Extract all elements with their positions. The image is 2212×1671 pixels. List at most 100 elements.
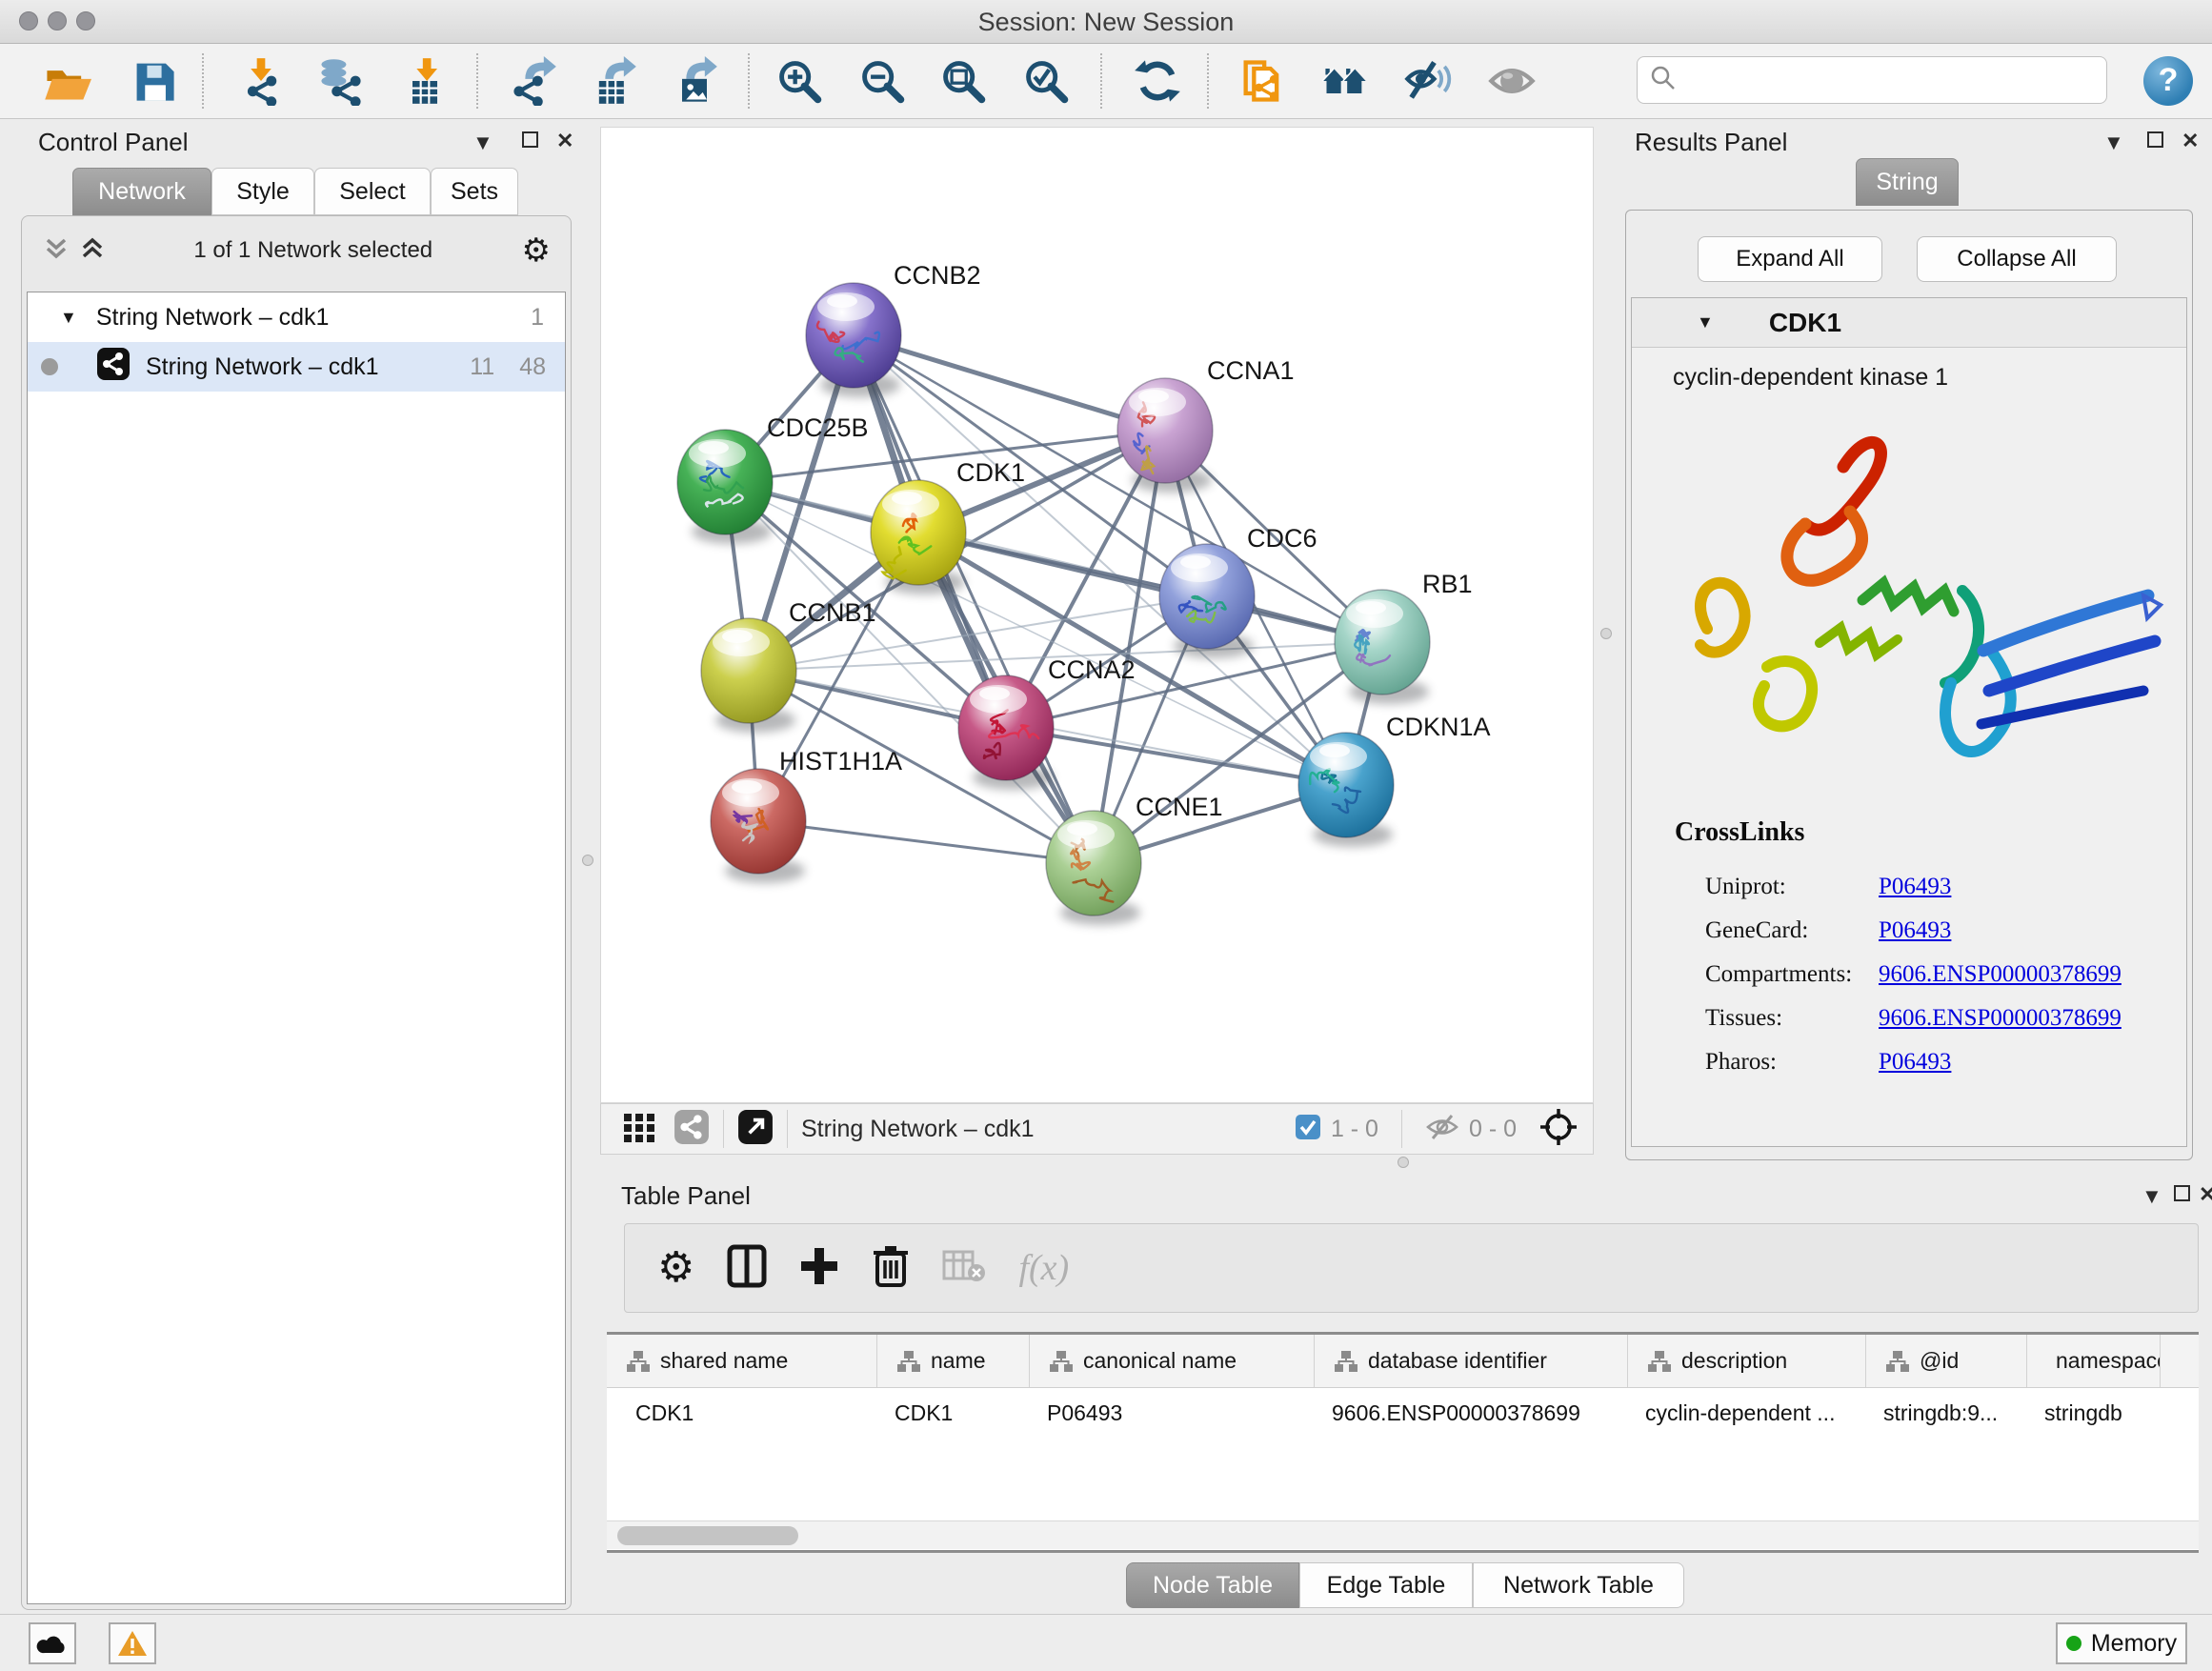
home-icon[interactable] — [1320, 56, 1370, 106]
table-cell[interactable]: stringdb — [2027, 1388, 2161, 1438]
control-panel-close-icon[interactable]: ✕ — [556, 131, 573, 151]
tab-sets[interactable]: Sets — [431, 168, 518, 215]
horizontal-splitter-grip[interactable] — [1398, 1157, 1409, 1168]
tab-style[interactable]: Style — [211, 168, 314, 215]
network-node-ccne1[interactable]: CCNE1 — [1046, 793, 1223, 925]
crosslink-label: Tissues: — [1705, 1005, 1879, 1032]
open-in-window-icon[interactable] — [737, 1109, 774, 1150]
hidden-eye-icon[interactable] — [1425, 1113, 1459, 1146]
tree-expander-icon[interactable]: ▼ — [60, 308, 77, 328]
expand-all-chevron-icon[interactable] — [80, 234, 105, 268]
gene-description: cyclin-dependent kinase 1 — [1673, 364, 1948, 392]
table-panel-collapse-icon[interactable]: ▼ — [2142, 1186, 2162, 1207]
toggle-view-icon[interactable] — [1487, 56, 1537, 106]
table-cell[interactable]: CDK1 — [607, 1388, 877, 1438]
node-section-header[interactable]: ▼ CDK1 — [1632, 298, 2186, 348]
table-row[interactable]: CDK1CDK1P064939606.ENSP00000378699cyclin… — [607, 1388, 2199, 1438]
cloud-button[interactable] — [29, 1622, 76, 1664]
help-button[interactable]: ? — [2143, 56, 2193, 106]
import-table-icon[interactable] — [400, 56, 450, 106]
string-style-icon[interactable] — [674, 1109, 710, 1150]
column-header-description[interactable]: description — [1628, 1335, 1866, 1387]
network-options-gear-icon[interactable]: ⚙ — [522, 234, 551, 267]
collapse-all-chevron-icon[interactable] — [44, 234, 69, 268]
share-document-icon[interactable] — [1237, 56, 1287, 106]
table-panel-title: Table Panel — [621, 1181, 751, 1211]
zoom-fit-icon[interactable] — [938, 56, 988, 106]
add-column-icon[interactable] — [799, 1246, 839, 1291]
table-cell[interactable]: 9606.ENSP00000378699 — [1315, 1388, 1628, 1438]
column-header--id[interactable]: @id — [1866, 1335, 2027, 1387]
table-cell[interactable]: cyclin-dependent ... — [1628, 1388, 1866, 1438]
network-node-rb1[interactable]: RB1 — [1335, 570, 1473, 704]
tab-network-table[interactable]: Network Table — [1473, 1562, 1684, 1608]
column-header-namespace[interactable]: namespace — [2027, 1335, 2161, 1387]
network-collection-row[interactable]: ▼ String Network – cdk1 1 — [28, 292, 565, 342]
table-cell[interactable]: P06493 — [1030, 1388, 1315, 1438]
network-view[interactable]: CCNB2 CCNA1 CDC25B CDK1 CDC6 RB1 CCNB1 C… — [600, 127, 1594, 1103]
table-panel-close-icon[interactable]: ✕ — [2199, 1184, 2212, 1205]
left-splitter-grip[interactable] — [582, 855, 593, 866]
export-image-icon[interactable] — [670, 56, 719, 106]
table-header-row[interactable]: shared namenamecanonical namedatabase id… — [607, 1335, 2199, 1388]
column-header-shared-name[interactable]: shared name — [607, 1335, 877, 1387]
table-panel-float-icon[interactable] — [2174, 1185, 2190, 1206]
refresh-icon[interactable] — [1133, 56, 1182, 106]
results-panel-close-icon[interactable]: ✕ — [2182, 131, 2199, 151]
show-columns-icon[interactable] — [727, 1244, 767, 1293]
table-cell[interactable]: stringdb:9... — [1866, 1388, 2027, 1438]
section-expander-icon[interactable]: ▼ — [1697, 312, 1714, 332]
zoom-selected-icon[interactable] — [1021, 56, 1071, 106]
network-node-ccnb2[interactable]: CCNB2 — [806, 261, 981, 397]
network-node-hist1h1a[interactable]: HIST1H1A — [711, 747, 902, 883]
import-network-icon[interactable] — [236, 56, 286, 106]
table-horizontal-scrollbar[interactable] — [607, 1520, 2199, 1549]
zoom-in-icon[interactable] — [774, 56, 824, 106]
network-node-cdkn1a[interactable]: CDKN1A — [1298, 713, 1491, 847]
warnings-button[interactable] — [109, 1622, 156, 1664]
search-input[interactable] — [1678, 66, 2087, 94]
crosslink-link[interactable]: 9606.ENSP00000378699 — [1879, 961, 2122, 988]
birdseye-grid-icon[interactable] — [622, 1110, 656, 1149]
column-header-canonical-name[interactable]: canonical name — [1030, 1335, 1315, 1387]
open-session-icon[interactable] — [42, 56, 91, 106]
selected-checkbox-icon[interactable] — [1295, 1114, 1321, 1145]
export-network-icon[interactable] — [509, 56, 558, 106]
crosslink-link[interactable]: 9606.ENSP00000378699 — [1879, 1005, 2122, 1032]
svg-text:CCNA1: CCNA1 — [1207, 356, 1295, 385]
crosslink-link[interactable]: P06493 — [1879, 874, 1951, 900]
control-panel-float-icon[interactable] — [522, 131, 538, 152]
tab-select[interactable]: Select — [314, 168, 431, 215]
control-panel-collapse-icon[interactable]: ▼ — [473, 132, 493, 153]
import-database-icon[interactable] — [316, 56, 366, 106]
hide-unhide-icon[interactable] — [1403, 56, 1453, 106]
collapse-all-button[interactable]: Collapse All — [1917, 236, 2117, 282]
crosslinks-list: Uniprot:P06493GeneCard:P06493Compartment… — [1705, 865, 2182, 1084]
tab-string[interactable]: String — [1856, 158, 1959, 206]
scrollbar-thumb[interactable] — [617, 1526, 798, 1545]
right-splitter-grip[interactable] — [1600, 628, 1612, 639]
delete-column-trash-icon[interactable] — [872, 1244, 910, 1293]
memory-button[interactable]: Memory — [2056, 1622, 2187, 1664]
results-panel-float-icon[interactable] — [2147, 131, 2163, 152]
export-table-icon[interactable] — [589, 56, 638, 106]
crosslink-row: Tissues:9606.ENSP00000378699 — [1705, 997, 2182, 1040]
crosslink-link[interactable]: P06493 — [1879, 917, 1951, 944]
zoom-out-icon[interactable] — [857, 56, 907, 106]
control-panel-title: Control Panel — [38, 128, 189, 157]
network-row-selected[interactable]: String Network – cdk1 11 48 — [28, 342, 565, 392]
search-field[interactable] — [1637, 56, 2107, 104]
crosslink-link[interactable]: P06493 — [1879, 1049, 1951, 1076]
tab-edge-table[interactable]: Edge Table — [1299, 1562, 1473, 1608]
tab-node-table[interactable]: Node Table — [1126, 1562, 1299, 1608]
toolbar-separator — [1207, 53, 1209, 109]
table-cell[interactable]: CDK1 — [877, 1388, 1030, 1438]
save-session-icon[interactable] — [130, 56, 179, 106]
fit-content-crosshair-icon[interactable] — [1539, 1108, 1578, 1151]
results-panel-collapse-icon[interactable]: ▼ — [2103, 132, 2124, 153]
tab-network[interactable]: Network — [72, 168, 211, 215]
expand-all-button[interactable]: Expand All — [1698, 236, 1882, 282]
column-header-database-identifier[interactable]: database identifier — [1315, 1335, 1628, 1387]
column-header-name[interactable]: name — [877, 1335, 1030, 1387]
table-settings-gear-icon[interactable]: ⚙ — [657, 1247, 694, 1289]
